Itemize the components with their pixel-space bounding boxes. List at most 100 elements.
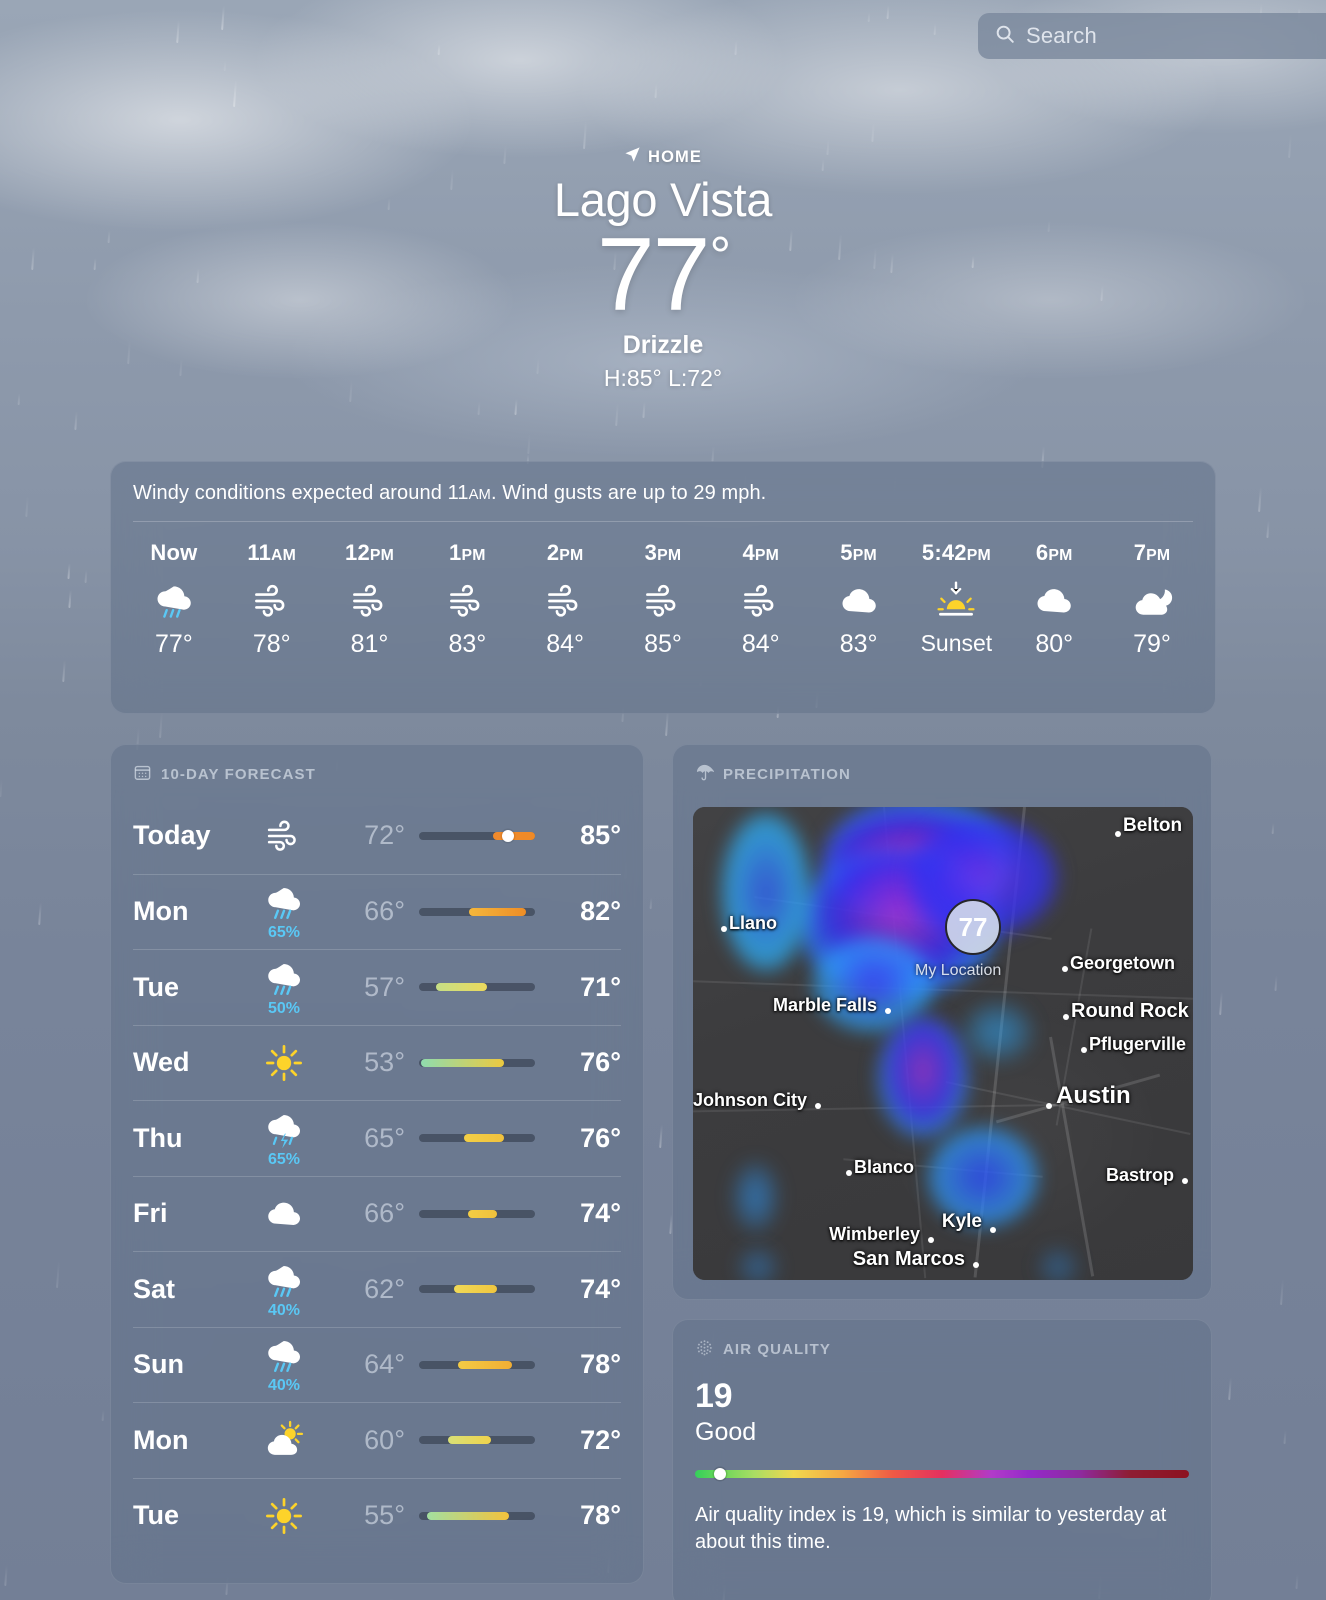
hourly-item[interactable]: 5:42PM Sunset [908,540,1006,659]
forecast-low: 57° [364,971,405,1002]
forecast-day: Mon [133,896,189,927]
forecast-day: Thu [133,1122,183,1153]
search-input[interactable]: Search [978,13,1326,59]
precipitation-map[interactable]: Belton Llano Georgetown Marble Falls Rou… [693,807,1193,1280]
forecast-day: Wed [133,1047,190,1078]
hourly-item[interactable]: 7PM 79° [1103,540,1201,659]
forecast-high: 82° [580,896,621,927]
air-quality-panel[interactable]: AIR QUALITY 19 Good Air quality index is… [672,1319,1212,1600]
sun-icon [241,1042,327,1084]
forecast-low: 65° [364,1122,405,1153]
map-city-dot [885,1008,891,1014]
forecast-high: 74° [580,1273,621,1304]
hourly-item[interactable]: 3PM 85° [614,540,712,659]
map-city-label: Marble Falls [772,994,877,1015]
wind-icon [241,815,327,857]
forecast-row[interactable]: Thu 65% 65° 76° [133,1100,621,1176]
forecast-high: 72° [580,1424,621,1455]
hourly-temperature: 78° [252,630,291,658]
temperature-range-bar [419,1436,535,1445]
temperature-range-bar [419,983,535,992]
hourly-time: 4PM [742,540,780,565]
umbrella-icon [695,763,715,786]
air-quality-index-value: 19 [695,1377,733,1415]
map-city-label: Round Rock [1071,999,1189,1022]
high-low-temperature: H:85° L:72° [603,364,723,391]
hourly-time: 1PM [449,540,486,565]
forecast-low: 66° [364,1198,405,1229]
map-city-label: Kyle [941,1211,982,1233]
ten-day-list[interactable]: Today 72° 85° Mon 65% 66° 82° Tue 50% 57… [111,798,643,1553]
air-quality-description: Air quality index is 19, which is simila… [695,1504,1167,1553]
map-city-label: Wimberley [829,1223,920,1244]
aqi-dots-icon [695,1338,714,1361]
temperature-range-fill [421,1058,504,1067]
hourly-list[interactable]: Now 77° 11AM 78° 12PM 81° 1PM 83° 2PM 84… [111,522,1215,659]
current-temperature-value: 77 [596,217,711,333]
hourly-item[interactable]: 1PM 83° [418,540,516,659]
wind-icon [418,572,516,630]
hourly-temperature: 83° [448,630,487,658]
hourly-temperature: 80° [1035,630,1074,658]
forecast-row[interactable]: Sat 40% 62° 74° [133,1251,621,1327]
precipitation-chance: 65% [267,1150,301,1168]
map-city-dot [1062,966,1068,972]
note-text-2: . Wind gusts are up to 29 mph. [490,482,767,504]
forecast-day: Sat [133,1273,176,1304]
map-city-dot [1182,1178,1188,1184]
hourly-temperature: 77° [155,630,193,658]
map-city-label: Belton [1123,815,1183,837]
rain-cloud-icon: 50% [241,957,327,1018]
precipitation-chance: 65% [267,924,301,942]
degree-symbol: ° [709,226,732,287]
hourly-time: 3PM [644,540,682,565]
forecast-row[interactable]: Today 72° 85° [133,798,621,874]
forecast-low: 60° [364,1424,405,1455]
forecast-day: Mon [133,1424,189,1455]
hourly-forecast-panel[interactable]: Windy conditions expected around 11AM. W… [110,461,1216,714]
hourly-item[interactable]: 4PM 84° [712,540,810,659]
map-city-dot [846,1170,852,1176]
cloud-moon-icon [1103,572,1201,630]
temperature-range-bar [419,1058,535,1067]
hourly-time: 5:42PM [921,540,991,565]
hourly-item[interactable]: 12PM 81° [321,540,419,659]
cloud-icon [810,572,908,630]
wind-icon [321,572,419,630]
hourly-item[interactable]: 6PM 80° [1005,540,1103,659]
forecast-row[interactable]: Wed 53° 76° [133,1024,621,1101]
forecast-row[interactable]: Sun 40% 64° 78° [133,1326,621,1403]
forecast-day: Tue [133,1500,179,1531]
my-location-marker[interactable]: 77 [945,899,1001,955]
map-city-label: Georgetown [1070,952,1176,973]
air-quality-category: Good [695,1418,757,1446]
forecast-day: Today [133,820,211,851]
radar-blob [733,1162,778,1232]
forecast-row[interactable]: Mon 65% 66° 82° [133,873,621,950]
location-arrow-icon [624,146,641,168]
wind-icon [712,572,810,630]
forecast-row[interactable]: Mon 60° 72° [133,1402,621,1478]
hourly-item[interactable]: 5PM 83° [810,540,908,659]
ten-day-forecast-panel[interactable]: 10-DAY FORECAST Today 72° 85° Mon 65% 66… [110,744,644,1584]
hourly-item[interactable]: 11AM 78° [223,540,321,659]
temperature-range-fill [493,831,535,840]
current-temperature: 77° [0,223,1326,327]
search-placeholder: Search [1026,23,1097,48]
temperature-range-fill [427,1511,510,1520]
precipitation-chance: 40% [267,1377,301,1395]
ten-day-header: 10-DAY FORECAST [111,745,643,786]
forecast-low: 53° [364,1047,405,1078]
forecast-high: 78° [580,1349,621,1380]
precipitation-panel[interactable]: PRECIPITATION Belton Llano Georgetown Ma… [672,744,1212,1300]
forecast-row[interactable]: Tue 55° 78° [133,1477,621,1554]
forecast-row[interactable]: Fri 66° 74° [133,1175,621,1252]
air-quality-scale-knob [713,1468,726,1480]
forecast-row[interactable]: Tue 50% 57° 71° [133,949,621,1025]
hourly-item[interactable]: Now 77° [125,540,223,659]
hourly-time: 6PM [1035,540,1073,565]
note-am: AM [468,487,491,503]
radar-blob [721,812,811,972]
thunderstorm-icon: 65% [241,1108,327,1169]
hourly-item[interactable]: 2PM 84° [516,540,614,659]
